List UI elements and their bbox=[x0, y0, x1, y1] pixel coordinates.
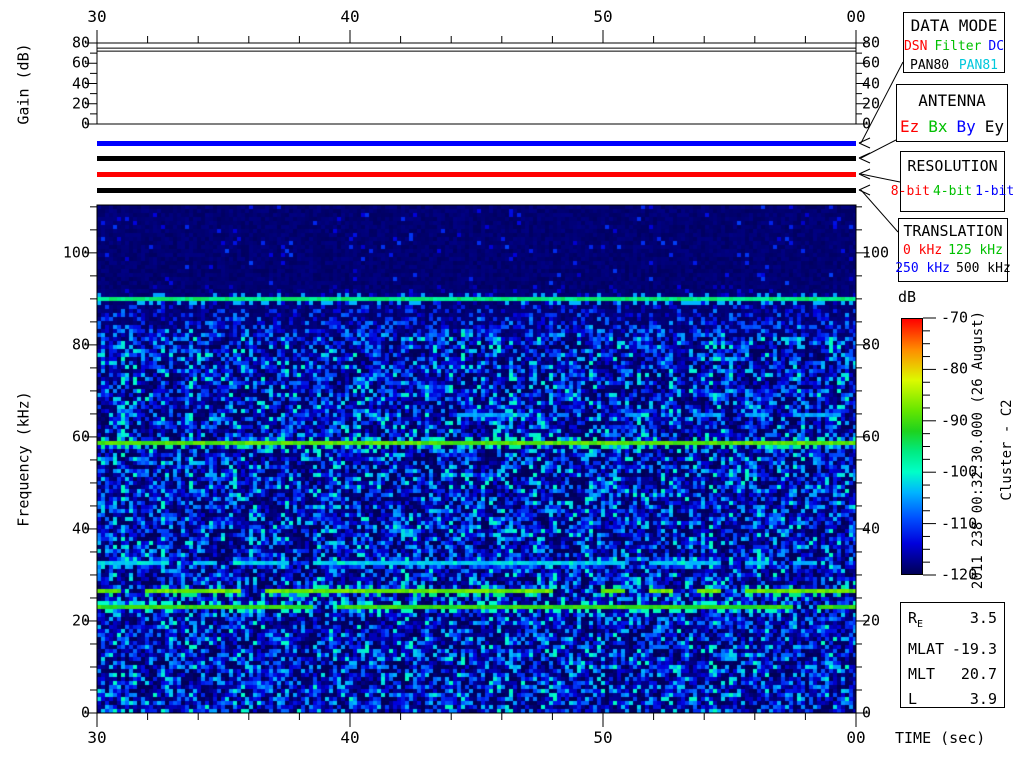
data-mode-option-pan80: PAN80 bbox=[910, 58, 949, 73]
tick-label: 100 bbox=[63, 245, 90, 260]
ephemeris-label: L bbox=[908, 687, 917, 712]
translation-option-500khz: 500 kHz bbox=[956, 261, 1011, 276]
resolution-title: RESOLUTION bbox=[901, 157, 1004, 175]
tick-label: 20 bbox=[862, 613, 880, 628]
antenna-option-bx: Bx bbox=[928, 117, 947, 136]
tick-label: 40 bbox=[862, 521, 880, 536]
tick-label: 0 bbox=[81, 706, 90, 721]
resolution-option-4bit: 4-bit bbox=[933, 184, 972, 199]
tick-label: 80 bbox=[72, 36, 90, 51]
translation-option-250khz: 250 kHz bbox=[895, 261, 950, 276]
ephemeris-label: MLAT bbox=[908, 637, 944, 662]
antenna-status-bar bbox=[97, 156, 856, 161]
ephemeris-value: 20.7 bbox=[961, 662, 997, 687]
translation-option-125khz: 125 kHz bbox=[948, 243, 1003, 258]
tick-label: 60 bbox=[72, 429, 90, 444]
tick-label: 00 bbox=[846, 9, 865, 25]
antenna-options-row: Ez Bx By Ey bbox=[897, 117, 1007, 136]
ephemeris-value: 3.9 bbox=[970, 687, 997, 712]
ephemeris-row-mlat: MLAT -19.3 bbox=[901, 637, 1004, 662]
data-mode-title: DATA MODE bbox=[904, 16, 1004, 35]
data-mode-option-filter: Filter bbox=[934, 39, 981, 54]
resolution-box: RESOLUTION 8-bit 4-bit 1-bit bbox=[900, 151, 1005, 212]
tick-label: -70 bbox=[941, 311, 968, 326]
ephemeris-label: MLT bbox=[908, 662, 935, 687]
spacecraft-annotation: Cluster - C2 bbox=[1000, 399, 1014, 500]
spectrogram-canvas bbox=[97, 205, 856, 713]
antenna-title: ANTENNA bbox=[897, 91, 1007, 110]
frequency-axis-title: Frequency (kHz) bbox=[17, 391, 32, 526]
translation-option-0khz: 0 kHz bbox=[903, 243, 942, 258]
gain-axis-title: Gain (dB) bbox=[17, 43, 32, 124]
tick-label: 0 bbox=[862, 117, 871, 132]
tick-label: 30 bbox=[87, 9, 106, 25]
data-mode-option-dc: DC bbox=[988, 39, 1004, 54]
tick-label: 50 bbox=[593, 9, 612, 25]
data-mode-box: DATA MODE DSN Filter DC PAN80 PAN81 bbox=[903, 12, 1005, 73]
tick-label: 20 bbox=[72, 613, 90, 628]
data-mode-row-1: DSN Filter DC bbox=[904, 39, 1004, 54]
tick-label: 30 bbox=[87, 730, 106, 746]
tick-label: -80 bbox=[941, 362, 968, 377]
tick-label: 80 bbox=[72, 337, 90, 352]
time-axis-title: TIME (sec) bbox=[895, 729, 985, 747]
data-mode-status-bar bbox=[97, 141, 856, 146]
tick-label: 20 bbox=[72, 96, 90, 111]
ephemeris-value: -19.3 bbox=[952, 637, 997, 662]
tick-label: 100 bbox=[862, 245, 889, 260]
ephemeris-row-mlt: MLT 20.7 bbox=[901, 662, 1004, 687]
antenna-option-ez: Ez bbox=[900, 117, 919, 136]
tick-label: -100 bbox=[941, 465, 977, 480]
tick-label: 50 bbox=[593, 730, 612, 746]
resolution-option-1bit: 1-bit bbox=[975, 184, 1014, 199]
resolution-options-row: 8-bit 4-bit 1-bit bbox=[901, 184, 1004, 199]
data-mode-row-2: PAN80 PAN81 bbox=[904, 58, 1004, 73]
data-mode-option-dsn: DSN bbox=[904, 39, 927, 54]
tick-label: 60 bbox=[862, 56, 880, 71]
colorbar bbox=[901, 318, 923, 575]
datetime-annotation: 2011 238 00:32:30.000 (26 August) bbox=[971, 311, 985, 589]
wbd-spectrogram-display: Gain (dB) Frequency (kHz) 2011 238 00:32… bbox=[0, 0, 1024, 768]
translation-status-bar bbox=[97, 188, 856, 193]
tick-label: 40 bbox=[340, 9, 359, 25]
tick-label: 60 bbox=[72, 56, 90, 71]
tick-label: 40 bbox=[862, 76, 880, 91]
colorbar-units-label: dB bbox=[898, 288, 916, 306]
ephemeris-box: RE 3.5 MLAT -19.3 MLT 20.7 L 3.9 bbox=[900, 602, 1005, 708]
tick-label: 0 bbox=[862, 706, 871, 721]
antenna-option-by: By bbox=[957, 117, 976, 136]
antenna-box: ANTENNA Ez Bx By Ey bbox=[896, 84, 1008, 142]
resolution-option-8bit: 8-bit bbox=[891, 184, 930, 199]
tick-label: 80 bbox=[862, 337, 880, 352]
tick-label: 40 bbox=[72, 521, 90, 536]
translation-row-2: 250 kHz 500 kHz bbox=[899, 261, 1007, 276]
tick-label: -110 bbox=[941, 516, 977, 531]
data-mode-option-pan81: PAN81 bbox=[959, 58, 998, 73]
resolution-status-bar bbox=[97, 172, 856, 177]
translation-row-1: 0 kHz 125 kHz bbox=[899, 243, 1007, 258]
tick-label: -120 bbox=[941, 568, 977, 583]
tick-label: -90 bbox=[941, 413, 968, 428]
ephemeris-row-re: RE 3.5 bbox=[901, 606, 1004, 637]
translation-box: TRANSLATION 0 kHz 125 kHz 250 kHz 500 kH… bbox=[898, 218, 1008, 282]
tick-label: 00 bbox=[846, 730, 865, 746]
ephemeris-label: RE bbox=[908, 606, 923, 637]
tick-label: 40 bbox=[340, 730, 359, 746]
ephemeris-value: 3.5 bbox=[970, 606, 997, 637]
tick-label: 0 bbox=[81, 117, 90, 132]
antenna-option-ey: Ey bbox=[985, 117, 1004, 136]
tick-label: 60 bbox=[862, 429, 880, 444]
tick-label: 20 bbox=[862, 96, 880, 111]
tick-label: 40 bbox=[72, 76, 90, 91]
translation-title: TRANSLATION bbox=[899, 222, 1007, 240]
tick-label: 80 bbox=[862, 36, 880, 51]
ephemeris-row-l: L 3.9 bbox=[901, 687, 1004, 712]
